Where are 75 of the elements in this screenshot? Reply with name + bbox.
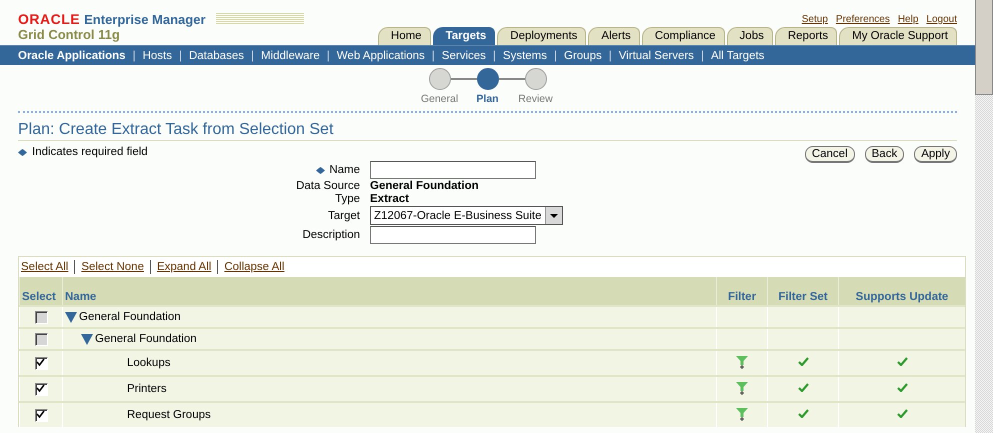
separator: | — [326, 50, 330, 62]
target-dropdown[interactable]: Z12067-Oracle E-Business Suite — [370, 206, 564, 225]
train-step-label: Plan — [476, 93, 499, 105]
table-action-link[interactable]: Collapse All — [224, 261, 284, 273]
subtab-link[interactable]: Databases — [188, 50, 244, 62]
tree-node-label: Request Groups — [127, 409, 211, 421]
input-field[interactable] — [370, 161, 536, 179]
subtab-link[interactable]: Systems — [502, 50, 547, 62]
subtab-link[interactable]: All Targets — [710, 50, 764, 62]
column-header: Filter — [716, 277, 768, 306]
checkmark-icon — [896, 357, 908, 366]
subtab-link[interactable]: Hosts — [142, 50, 172, 62]
column-header: Filter Set — [768, 277, 838, 306]
nav-tab[interactable]: Compliance — [642, 27, 725, 45]
checkmark-icon — [798, 357, 808, 366]
train-connector — [498, 78, 524, 80]
nav-tab[interactable]: Jobs — [726, 27, 773, 45]
separator: | — [554, 50, 557, 62]
subtab-link[interactable]: Oracle Applications — [18, 50, 126, 62]
table-action-link[interactable]: Expand All — [156, 261, 212, 273]
action-button[interactable]: Back — [864, 146, 904, 163]
separator: | — [132, 50, 136, 62]
checkmark-icon — [896, 383, 908, 392]
separator: | — [178, 50, 182, 62]
form-label: Description — [302, 229, 360, 241]
subtab-link[interactable]: Groups — [564, 50, 602, 62]
form-label: Data Source — [296, 180, 360, 192]
nav-tab[interactable]: Deployments — [497, 27, 586, 45]
brand-logo: ORACLE — [18, 11, 80, 27]
global-link[interactable]: Setup — [802, 14, 828, 25]
column-header: Supports Update — [838, 277, 965, 306]
subtab-link[interactable]: Virtual Servers — [618, 50, 694, 62]
table-action-link[interactable]: Select All — [21, 261, 68, 273]
form-label: Target — [328, 210, 360, 222]
required-note: Indicates required field — [32, 146, 148, 158]
separator: | — [700, 50, 704, 62]
train-step-label: General — [420, 93, 458, 105]
global-link[interactable]: Help — [898, 14, 918, 25]
checkmark-icon — [798, 409, 808, 418]
nav-tab[interactable]: Home — [378, 27, 431, 45]
tree-node-label: Printers — [127, 383, 167, 395]
separator: | — [492, 50, 496, 62]
nav-tab[interactable]: Reports — [774, 27, 838, 45]
action-button[interactable]: Cancel — [804, 146, 855, 163]
nav-tab[interactable]: Targets — [432, 27, 496, 45]
input-field[interactable] — [370, 226, 536, 244]
scrollbar[interactable] — [975, 0, 993, 433]
subtab-link[interactable]: Middleware — [260, 50, 320, 62]
column-header: Name — [62, 277, 716, 306]
page-title: Plan: Create Extract Task from Selection Set — [18, 121, 957, 141]
nav-tab[interactable]: My Oracle Support — [839, 27, 957, 45]
nav-tab[interactable]: Alerts — [588, 27, 640, 45]
form-label: Name — [329, 164, 360, 176]
tree-node-label: Lookups — [127, 357, 170, 369]
table-action-link[interactable]: Select None — [81, 261, 144, 273]
form-label: Type — [335, 193, 360, 205]
form-value: Extract — [370, 193, 409, 205]
product-name: Enterprise Manager — [84, 12, 206, 26]
tree-node-label: General Foundation — [79, 311, 181, 323]
separator: | — [432, 50, 435, 62]
train-connector — [450, 78, 476, 80]
product-subtitle: Grid Control 11g — [18, 27, 121, 42]
checkmark-icon — [798, 383, 808, 392]
global-link[interactable]: Logout — [926, 14, 957, 25]
tree-node-label: General Foundation — [95, 333, 197, 345]
subtab-link[interactable]: Web Applications — [336, 50, 425, 62]
form-value: General Foundation — [370, 180, 479, 192]
global-link[interactable]: Preferences — [836, 14, 890, 25]
separator: | — [250, 50, 254, 62]
separator: | — [608, 50, 612, 62]
action-button[interactable]: Apply — [914, 146, 957, 163]
column-header: Select — [20, 277, 62, 306]
checkmark-icon — [896, 409, 908, 418]
subtab-link[interactable]: Services — [442, 50, 486, 62]
train-step-label: Review — [518, 93, 553, 105]
